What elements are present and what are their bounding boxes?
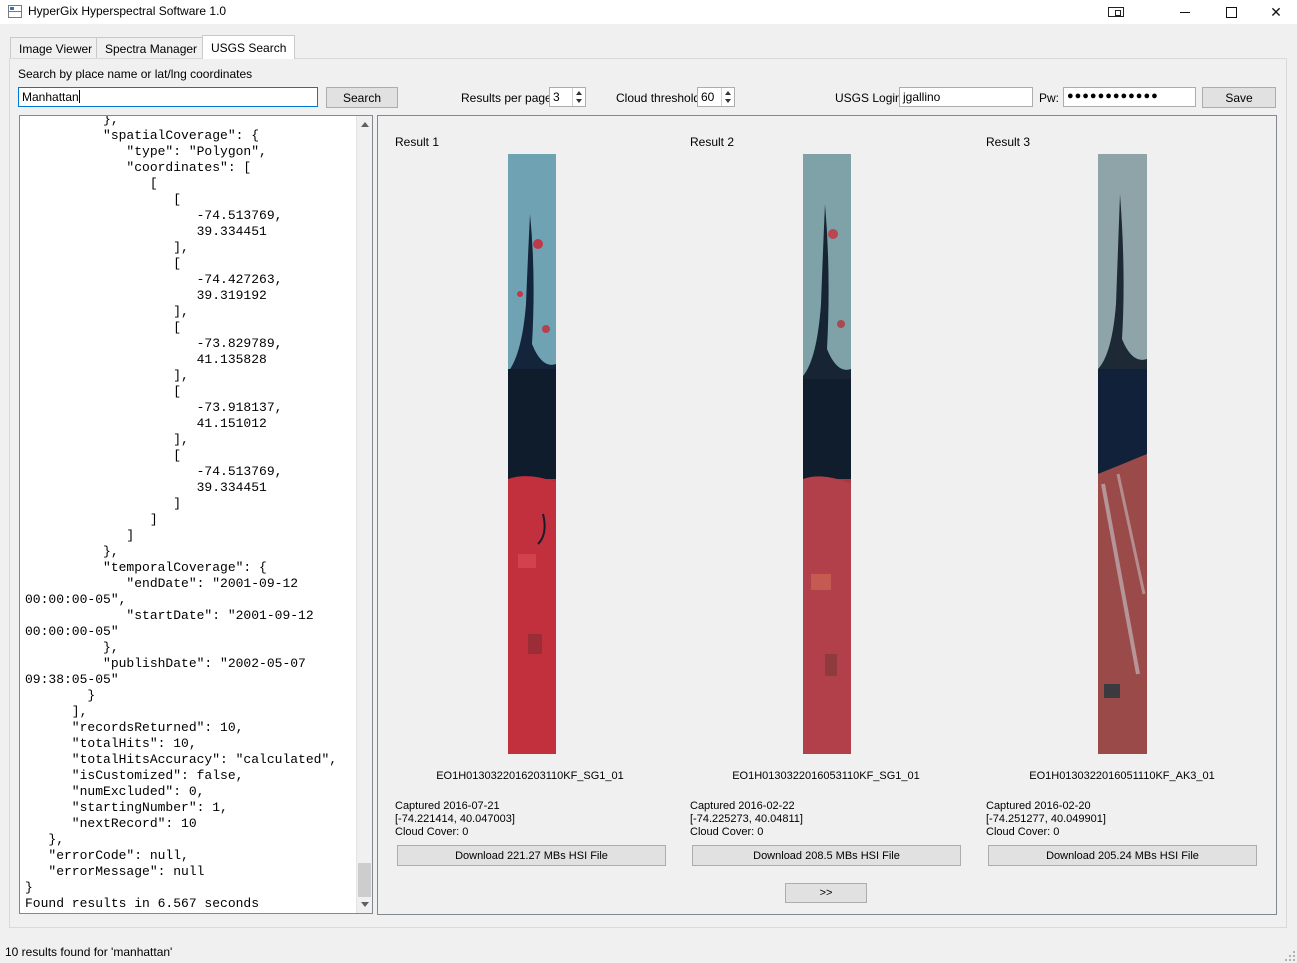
scroll-down-icon[interactable] (361, 902, 369, 907)
scroll-up-icon[interactable] (361, 122, 369, 127)
result-filename: EO1H0130322016203110KF_SG1_01 (436, 770, 624, 782)
result-captured: Captured 2016-02-22 (690, 800, 795, 812)
cloud-threshold-label: Cloud threshold (616, 91, 701, 105)
text-caret (78, 90, 80, 103)
app-icon (8, 5, 22, 18)
results-per-page-value: 3 (553, 90, 560, 104)
tablet-icon (1108, 7, 1124, 17)
result-coords: [-74.221414, 40.047003] (395, 813, 515, 825)
result-coords: [-74.225273, 40.04811] (690, 813, 803, 825)
minimize-icon (1180, 11, 1190, 13)
download-button[interactable]: Download 205.24 MBs HSI File (988, 845, 1257, 866)
window-title: HyperGix Hyperspectral Software 1.0 (28, 4, 227, 18)
result-thumbnail[interactable] (1098, 154, 1147, 754)
result-title: Result 3 (986, 135, 1031, 149)
next-page-button[interactable]: >> (785, 883, 867, 903)
maximize-button[interactable] (1208, 0, 1254, 24)
json-scrollbar[interactable] (356, 116, 372, 913)
result-filename: EO1H0130322016051110KF_AK3_01 (1029, 770, 1215, 782)
spin-arrows[interactable] (572, 88, 585, 106)
result-captured: Captured 2016-07-21 (395, 800, 500, 812)
tab-image-viewer[interactable]: Image Viewer (10, 37, 102, 58)
result-title: Result 1 (395, 135, 440, 149)
results-per-page-spinbox[interactable]: 3 (549, 87, 586, 107)
cloud-threshold-spinbox[interactable]: 60 (697, 87, 735, 107)
search-button[interactable]: Search (326, 87, 398, 108)
password-label: Pw: (1039, 91, 1060, 105)
satellite-image-1 (508, 154, 556, 754)
result-coords: [-74.251277, 40.049901] (986, 813, 1106, 825)
result-cloud-cover: Cloud Cover: 0 (395, 826, 469, 838)
status-text: 10 results found for 'manhattan' (5, 945, 173, 959)
usgs-login-input[interactable]: jgallino (899, 87, 1033, 107)
maximize-icon (1225, 6, 1237, 18)
result-title: Result 2 (690, 135, 735, 149)
close-button[interactable]: ✕ (1253, 0, 1297, 24)
tablet-mode-button[interactable] (1093, 0, 1139, 24)
minimize-button[interactable] (1162, 0, 1208, 24)
spin-arrows[interactable] (721, 88, 734, 106)
search-hint-label: Search by place name or lat/lng coordina… (18, 67, 253, 81)
size-grip-icon[interactable] (1285, 951, 1295, 961)
close-icon: ✕ (1270, 3, 1282, 20)
json-output-area[interactable]: }, "spatialCoverage": { "type": "Polygon… (19, 115, 373, 914)
spin-down-icon[interactable] (576, 99, 582, 103)
result-cloud-cover: Cloud Cover: 0 (986, 826, 1060, 838)
satellite-image-3 (1098, 154, 1147, 754)
spin-up-icon[interactable] (576, 91, 582, 95)
result-thumbnail[interactable] (803, 154, 851, 754)
password-input[interactable]: ●●●●●●●●●●●● (1063, 87, 1196, 107)
result-cloud-cover: Cloud Cover: 0 (690, 826, 764, 838)
result-captured: Captured 2016-02-20 (986, 800, 1091, 812)
tab-usgs-search[interactable]: USGS Search (202, 35, 296, 59)
cloud-threshold-value: 60 (701, 90, 715, 104)
scrollbar-thumb[interactable] (358, 863, 371, 897)
search-input-value: Manhattan (22, 90, 79, 104)
spin-up-icon[interactable] (725, 91, 731, 95)
save-button[interactable]: Save (1202, 87, 1276, 108)
result-filename: EO1H0130322016053110KF_SG1_01 (732, 770, 920, 782)
result-thumbnail[interactable] (508, 154, 556, 754)
status-bar (0, 938, 1297, 963)
tab-spectra-manager[interactable]: Spectra Manager (96, 37, 207, 58)
json-output-text: }, "spatialCoverage": { "type": "Polygon… (25, 115, 338, 911)
search-input[interactable]: Manhattan (18, 87, 318, 107)
spin-down-icon[interactable] (725, 99, 731, 103)
download-button[interactable]: Download 221.27 MBs HSI File (397, 845, 666, 866)
download-button[interactable]: Download 208.5 MBs HSI File (692, 845, 961, 866)
usgs-login-label: USGS Login: (835, 91, 906, 105)
satellite-image-2 (803, 154, 851, 754)
results-per-page-label: Results per page (461, 91, 552, 105)
